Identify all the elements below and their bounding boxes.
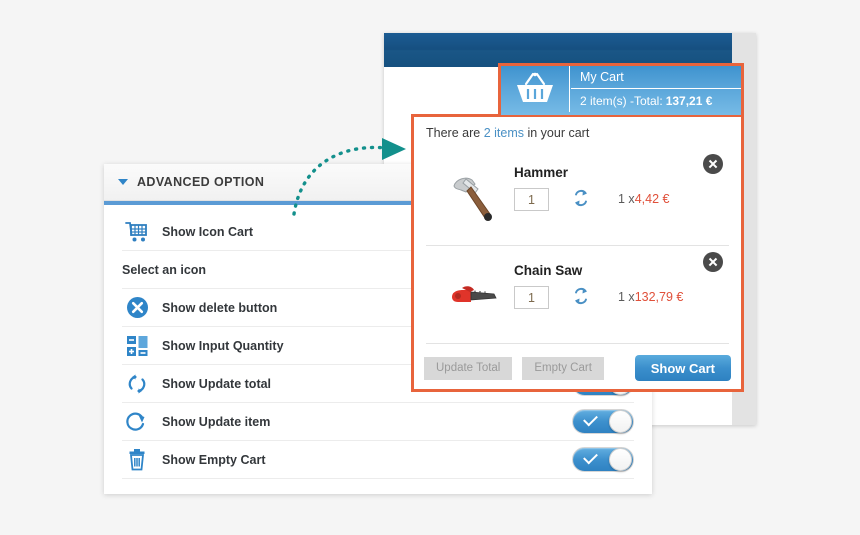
option-label-show-delete-button: Show delete button: [162, 300, 278, 315]
cart-item-name[interactable]: Hammer: [514, 165, 568, 180]
count-highlight[interactable]: 2 items: [484, 126, 524, 140]
option-label-show-input-quantity: Show Input Quantity: [162, 338, 284, 353]
caret-down-icon[interactable]: [118, 179, 128, 185]
price-amount: 132,79 €: [634, 290, 684, 304]
cart-item-quantity-input[interactable]: [514, 286, 549, 309]
shopping-basket-icon[interactable]: [501, 66, 570, 112]
toggle-show-update-item[interactable]: [572, 409, 634, 434]
cart-dropdown-panel: There are 2 items in your cart Hammer 1 …: [411, 114, 744, 392]
cart-item-count-line: There are 2 items in your cart: [414, 117, 741, 148]
cart-summary: 2 item(s) -Total: 137,21 €: [571, 89, 741, 112]
quantity-stepper[interactable]: [553, 286, 564, 310]
chainsaw-product-image[interactable]: [444, 268, 506, 324]
quantity-stepper[interactable]: [553, 188, 564, 212]
remove-circle-icon[interactable]: [703, 252, 723, 272]
toggle-show-empty-cart[interactable]: [572, 447, 634, 472]
cart-summary-prefix: 2 item(s) -Total:: [580, 93, 663, 108]
remove-circle-icon[interactable]: [703, 154, 723, 174]
cart-item-row: Hammer 1 x4,42 €: [426, 148, 729, 246]
price-amount: 4,42 €: [634, 192, 670, 206]
toggle-knob[interactable]: [609, 410, 632, 433]
option-label-show-icon-cart: Show Icon Cart: [162, 224, 253, 239]
option-label-select-an-icon: Select an icon: [122, 262, 207, 277]
refresh-icon[interactable]: [572, 189, 590, 212]
circle-x-icon: [122, 295, 152, 321]
hammer-product-image[interactable]: [444, 170, 506, 226]
update-total-button[interactable]: Update Total: [424, 356, 513, 380]
cart-item-price: 1 x4,42 €: [618, 192, 669, 206]
option-row-show-update-item: Show Update item: [122, 403, 634, 441]
option-label-show-update-total: Show Update total: [162, 376, 272, 391]
input-quantity-icon: [122, 333, 152, 359]
cart-summary-total: 137,21 €: [665, 93, 713, 108]
cart-item-name[interactable]: Chain Saw: [514, 263, 582, 278]
check-icon: [583, 411, 598, 427]
cart-title: My Cart: [571, 66, 741, 89]
cart-item-price: 1 x132,79 €: [618, 290, 683, 304]
empty-cart-button[interactable]: Empty Cart: [522, 356, 604, 380]
count-prefix: There are: [426, 126, 481, 140]
cart-item-quantity-input[interactable]: [514, 188, 549, 211]
cart-widget-header[interactable]: My Cart 2 item(s) -Total: 137,21 €: [498, 63, 744, 115]
option-row-show-empty-cart: Show Empty Cart: [122, 441, 634, 479]
refresh-item-icon: [122, 409, 152, 435]
toggle-knob[interactable]: [609, 448, 632, 471]
panel-title: ADVANCED OPTION: [137, 175, 265, 189]
refresh-icon[interactable]: [572, 287, 590, 310]
refresh-total-icon: [122, 371, 152, 397]
site-header-bar: [384, 33, 732, 67]
price-quantity: 1 x: [618, 290, 635, 304]
check-icon: [583, 449, 598, 465]
show-cart-button[interactable]: Show Cart: [634, 355, 731, 381]
cart-action-bar: Update Total Empty Cart Show Cart: [414, 353, 741, 383]
option-label-show-update-item: Show Update item: [162, 414, 271, 429]
cart-item-row: Chain Saw 1 x132,79 €: [426, 246, 729, 344]
count-suffix: in your cart: [527, 126, 590, 140]
option-label-show-empty-cart: Show Empty Cart: [162, 452, 266, 467]
trash-icon: [122, 447, 152, 473]
shopping-cart-icon: [122, 219, 152, 245]
price-quantity: 1 x: [618, 192, 635, 206]
